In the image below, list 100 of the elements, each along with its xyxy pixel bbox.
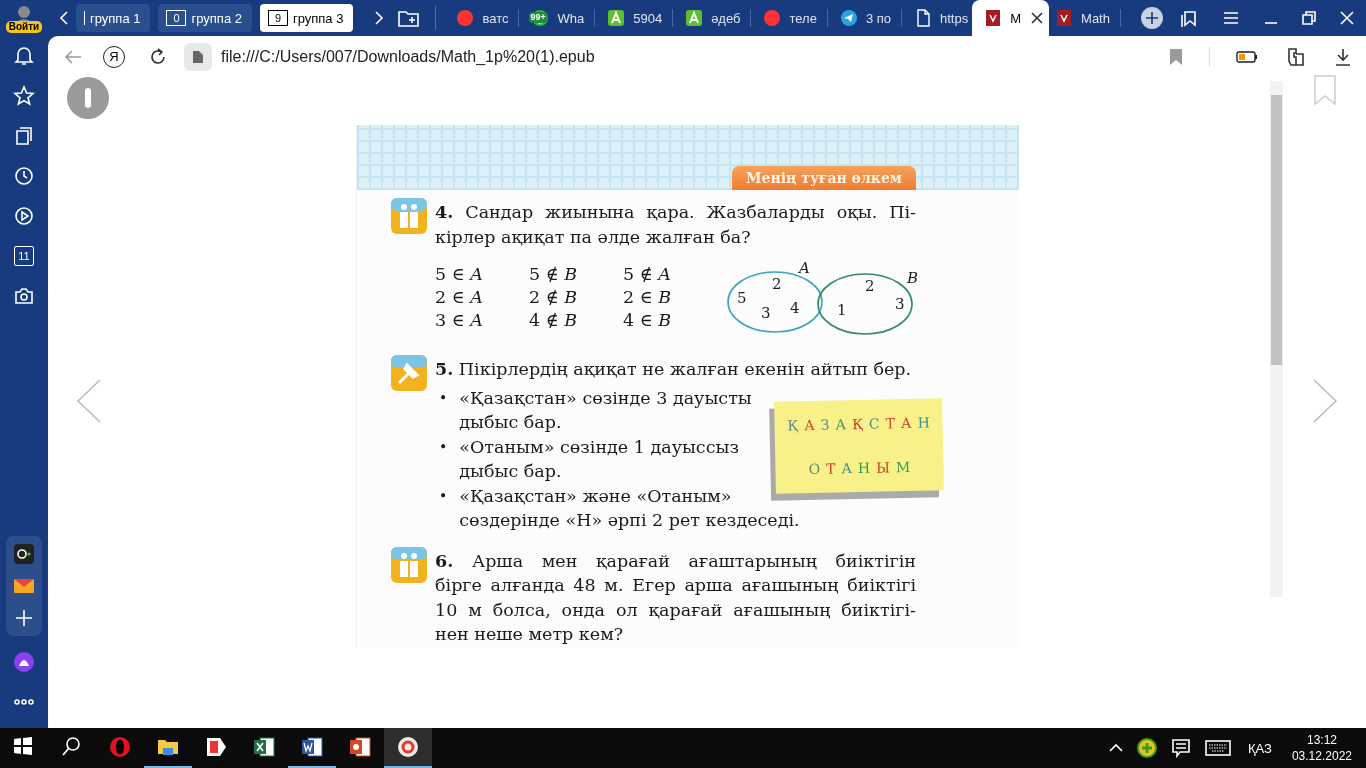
letter: З: [820, 416, 830, 433]
math-statement: 4 ∈ B: [623, 309, 673, 332]
set-element: 3: [761, 304, 771, 322]
calendar-button[interactable]: 11: [14, 246, 34, 266]
home-button[interactable]: Я: [103, 46, 125, 68]
unread-count: 99+: [529, 12, 547, 23]
browser-tab[interactable]: ватс: [450, 0, 513, 36]
document-icon: [301, 736, 323, 758]
restore-icon[interactable]: [1302, 11, 1316, 25]
browser-tab[interactable]: https: [908, 0, 973, 36]
language-indicator[interactable]: ҚАЗ: [1248, 740, 1272, 756]
letter: Т: [885, 414, 896, 431]
letter: Т: [825, 460, 836, 477]
tab-group[interactable]: 0 группа 2: [158, 4, 252, 32]
browser-tab[interactable]: әдеб: [679, 0, 745, 36]
tab-title: https: [940, 10, 969, 26]
chevron-up-icon[interactable]: [1109, 743, 1123, 753]
taskbar-button[interactable]: [384, 728, 432, 768]
plus-circle-icon[interactable]: [1137, 738, 1157, 758]
start-icon[interactable]: [13, 736, 35, 758]
task-text: 5. Пікірлердің ақиқат не жалған екенін айтып бер.: [435, 358, 913, 381]
scrollbar[interactable]: [1270, 81, 1283, 597]
close-icon[interactable]: [1031, 12, 1044, 24]
set-element: 2: [772, 275, 782, 293]
back-arrow-icon[interactable]: [64, 49, 82, 65]
tab-title: Wha: [557, 10, 585, 26]
browser-tab[interactable]: теле: [757, 0, 821, 36]
people-icon: [391, 198, 427, 234]
bullet: •: [439, 388, 448, 408]
math-statement: 3 ∈ A: [435, 309, 484, 332]
new-folder-icon[interactable]: [397, 8, 422, 28]
statement-text: «Отаным» сөзінде 1 дауыссыз дыбыс бар.: [459, 435, 739, 483]
letter: С: [868, 415, 880, 432]
tab-title: 3 по: [865, 10, 892, 26]
group-label: группа 1: [90, 10, 141, 26]
set-element: 4: [790, 299, 800, 317]
tab-title: Math: [1081, 10, 1110, 26]
bullet: •: [439, 437, 448, 457]
group-label: группа 3: [292, 10, 344, 26]
set-label: A: [799, 261, 810, 277]
url-field[interactable]: file:///C:/Users/007/Downloads/Math_1p%20(1).epub: [221, 48, 595, 66]
browser-tab[interactable]: M: [972, 0, 1050, 36]
collections-icon[interactable]: [13, 125, 35, 147]
letter: А: [835, 415, 847, 432]
pause-button-icon[interactable]: [67, 77, 109, 119]
reload-icon[interactable]: [149, 48, 167, 66]
bullet: •: [439, 486, 448, 506]
set-element: 2: [865, 277, 875, 295]
math-statement: 4 ∉ B: [529, 309, 579, 332]
browser-tab[interactable]: 99+ Wha: [525, 0, 589, 36]
paper-plane-icon: [839, 9, 858, 27]
menu-icon[interactable]: [1222, 11, 1240, 25]
notification-icon[interactable]: [1171, 738, 1191, 758]
statement-text: «Қазақстан» сөзінде 3 дауысты дыбыс бар.: [459, 386, 752, 434]
star-icon[interactable]: [13, 85, 35, 107]
chevron-right-icon[interactable]: [373, 10, 386, 26]
set-element: 1: [837, 301, 847, 319]
clock-icon[interactable]: [13, 165, 35, 187]
battery-icon[interactable]: [1236, 50, 1258, 64]
math-statement: 2 ∈ A: [435, 286, 484, 309]
new-tab-button[interactable]: [1140, 7, 1163, 29]
clock-date[interactable]: 03.12.2022: [1291, 748, 1352, 764]
bell-icon[interactable]: [13, 45, 35, 67]
download-icon[interactable]: [1334, 48, 1352, 66]
recorder-icon[interactable]: [13, 543, 35, 565]
logo-icon: [456, 9, 475, 27]
tag-icon: [205, 736, 227, 758]
letter: А: [900, 414, 912, 431]
browser-tab[interactable]: Math: [1049, 0, 1114, 36]
letter: Н: [917, 414, 930, 431]
browser-tab[interactable]: 5904: [601, 0, 667, 36]
page-icon: [914, 9, 933, 27]
search-icon[interactable]: [61, 736, 83, 758]
chevron-left-icon[interactable]: [58, 10, 70, 26]
letter-tile-icon: [685, 9, 704, 27]
scroll-thumb[interactable]: [1271, 95, 1282, 365]
tab-group[interactable]: группа 1: [76, 4, 151, 32]
tab-group[interactable]: 9 группа 3: [259, 4, 354, 32]
group-count: 0: [166, 10, 187, 26]
browser-tab[interactable]: 3 по: [833, 0, 896, 36]
people-icon: [391, 546, 427, 583]
math-statement: 5 ∉ B: [529, 263, 579, 286]
camera-icon[interactable]: [13, 285, 35, 307]
plus-icon[interactable]: [13, 607, 35, 629]
bookmark-icon[interactable]: [1169, 48, 1183, 66]
letter: Ы: [876, 458, 891, 476]
keyboard-icon[interactable]: [1205, 740, 1231, 756]
tab-title: әдеб: [711, 10, 741, 26]
assistant-icon[interactable]: [13, 651, 35, 673]
clock-time[interactable]: 13:12: [1306, 732, 1337, 748]
letter: М: [895, 458, 911, 475]
extension-icon[interactable]: [1286, 47, 1306, 67]
math-statement: 2 ∈ B: [623, 286, 673, 309]
login-button[interactable]: Войти: [5, 21, 43, 33]
play-icon[interactable]: [13, 205, 35, 227]
file-icon: [184, 43, 212, 71]
section-badge: Менің туған өлкем: [732, 166, 916, 190]
letter-tile-icon: [607, 9, 626, 27]
bookmarks-icon[interactable]: [1180, 9, 1198, 27]
letter: Қ: [787, 416, 799, 433]
